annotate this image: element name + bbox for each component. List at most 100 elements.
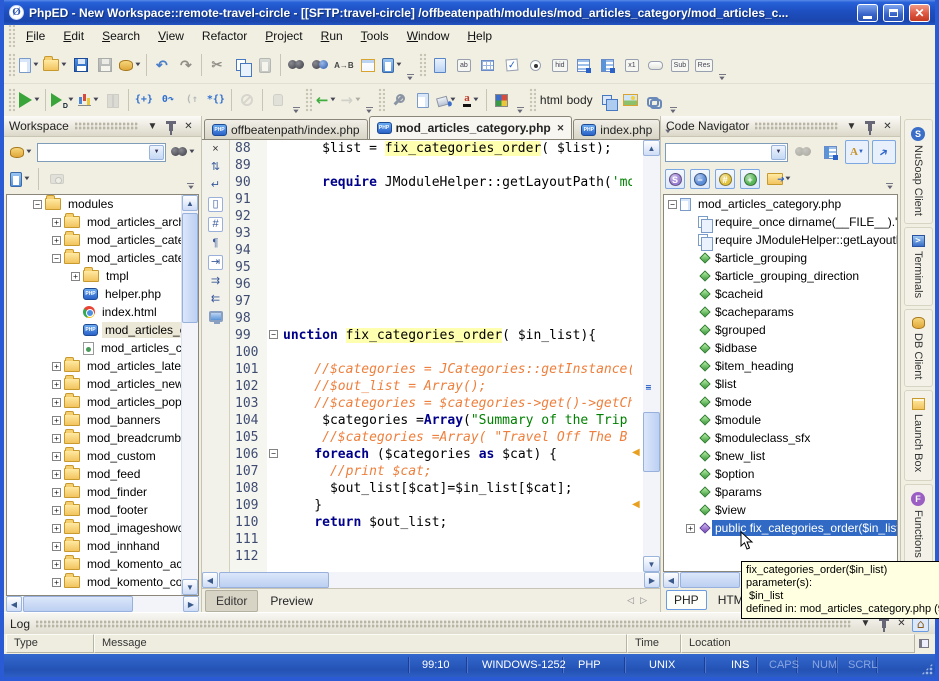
tree-item[interactable]: $grouped — [664, 321, 897, 339]
editor-tab[interactable]: PHPindex.php — [573, 119, 660, 139]
tree-item[interactable]: +mod_banners — [7, 411, 198, 429]
scroll-left-icon[interactable]: ◀ — [663, 572, 679, 588]
scroll-thumb[interactable] — [182, 213, 198, 323]
side-tab-terminals[interactable]: >Terminals — [904, 227, 933, 306]
code-line[interactable]: 102 //$out_list = Array(); — [230, 378, 632, 395]
insert-radio-button[interactable] — [524, 53, 548, 77]
tree-item[interactable]: $view — [664, 501, 897, 519]
restore-button[interactable] — [883, 4, 904, 22]
workspace-clipboard-button[interactable]: ▼ — [8, 167, 32, 191]
tree-item[interactable]: +mod_innhand — [7, 537, 198, 555]
step-over-button[interactable]: 0↷ — [156, 88, 180, 112]
open-file-button[interactable]: ▼ — [41, 53, 69, 77]
outdent-icon[interactable]: ⇇ — [208, 293, 223, 306]
scroll-right-icon[interactable]: ▶ — [644, 572, 660, 588]
code-line[interactable]: 106− foreach ($categories as $cat) { — [230, 446, 632, 463]
code-line[interactable]: 103 //$categories = $categories->get()->… — [230, 395, 632, 412]
side-tab-functions[interactable]: FFunctions — [904, 484, 933, 566]
expand-icon[interactable]: + — [52, 218, 61, 227]
tree-item[interactable]: $params — [664, 483, 897, 501]
tree-item[interactable]: mod_articles_c — [7, 339, 198, 357]
fold-collapse-icon[interactable]: − — [269, 330, 278, 339]
tree-item[interactable]: $module — [664, 411, 897, 429]
code-line[interactable]: 110 return $out_list; — [230, 514, 632, 531]
expand-icon[interactable]: + — [52, 380, 61, 389]
split-editor-icon[interactable]: ⇅ — [208, 161, 223, 174]
insert-layers-button[interactable] — [595, 88, 619, 112]
tree-item[interactable]: $mode — [664, 393, 897, 411]
workspace-menu-button[interactable]: ▼ — [145, 119, 160, 134]
navigator-export-button[interactable]: ▼ — [765, 167, 793, 191]
menu-tools[interactable]: Tools — [352, 26, 398, 46]
indent-icon[interactable]: ⇉ — [208, 275, 223, 288]
insert-body-button[interactable]: body — [565, 88, 595, 112]
navigator-pin-button[interactable] — [862, 119, 877, 134]
stop-button[interactable] — [235, 88, 259, 112]
palette-button[interactable] — [490, 88, 514, 112]
tree-item[interactable]: require_once dirname(__FILE__)."/h — [664, 213, 897, 231]
pilcrow-icon[interactable]: ¶ — [208, 237, 223, 250]
run-to-cursor-button[interactable]: *{} — [204, 88, 228, 112]
expand-icon[interactable]: + — [71, 272, 80, 281]
code-line[interactable]: 109 } — [230, 497, 632, 514]
scroll-left-icon[interactable]: ◀ — [6, 596, 22, 612]
menu-edit[interactable]: Edit — [54, 26, 93, 46]
toolbar-options-button[interactable]: ▼ — [366, 107, 373, 115]
toolbar-grip[interactable] — [419, 53, 426, 77]
new-file-button[interactable]: ▼ — [17, 53, 41, 77]
expand-icon[interactable]: + — [52, 506, 61, 515]
tree-item[interactable]: $new_list — [664, 447, 897, 465]
toolbar-grip[interactable] — [305, 88, 312, 112]
side-tab-nusoap-client[interactable]: SNuSoap Client — [904, 119, 933, 224]
code-line[interactable]: 100 — [230, 344, 632, 361]
title-bar[interactable]: Ø PhpED - New Workspace::remote-travel-c… — [4, 0, 935, 25]
tree-item[interactable]: +mod_custom — [7, 447, 198, 465]
word-wrap-icon[interactable]: ↵ — [208, 179, 223, 192]
toolbar-grip[interactable] — [8, 53, 15, 77]
embedded-view-button[interactable] — [356, 53, 380, 77]
navigator-listview-button[interactable] — [818, 140, 842, 164]
tree-item[interactable]: +mod_articles_pop — [7, 393, 198, 411]
code-line[interactable]: 98 — [230, 310, 632, 327]
settings-button[interactable] — [387, 88, 411, 112]
menu-help[interactable]: Help — [458, 26, 501, 46]
private-filter-button[interactable]: − — [690, 169, 710, 189]
tree-item[interactable]: require JModuleHelper::getLayoutPa — [664, 231, 897, 249]
tree-item[interactable]: $moduleclass_sfx — [664, 429, 897, 447]
run-debugger-button[interactable]: D▼ — [49, 88, 76, 112]
replace-button[interactable]: A→B — [332, 53, 356, 77]
navigator-search-combobox[interactable]: ▼ — [665, 143, 788, 162]
tree-item[interactable]: +mod_feed — [7, 465, 198, 483]
tree-item[interactable]: $article_grouping — [664, 249, 897, 267]
expand-icon[interactable]: + — [52, 470, 61, 479]
tree-item[interactable]: $list — [664, 375, 897, 393]
navigate-back-button[interactable]: ←▼ — [314, 88, 339, 112]
scroll-down-icon[interactable]: ▼ — [643, 556, 660, 572]
expand-icon[interactable]: + — [52, 416, 61, 425]
mode-tab-preview[interactable]: Preview — [260, 591, 323, 611]
tree-item[interactable]: +mod_finder — [7, 483, 198, 501]
code-line[interactable]: 92 — [230, 208, 632, 225]
workspace-vscrollbar[interactable]: ▲▼ — [181, 195, 198, 595]
menu-file[interactable]: File — [17, 26, 54, 46]
editor-tab[interactable]: PHPmod_articles_category.php✕ — [369, 116, 573, 139]
tree-item[interactable]: +public fix_categories_order($in_list) — [664, 519, 897, 537]
tree-item[interactable]: +mod_articles_new — [7, 375, 198, 393]
save-button[interactable] — [69, 53, 93, 77]
scroll-thumb[interactable] — [680, 572, 740, 588]
insert-combobox-button[interactable] — [596, 53, 620, 77]
margin-icon[interactable]: ▯ — [208, 197, 223, 212]
menu-view[interactable]: View — [149, 26, 193, 46]
workspace-pin-button[interactable] — [163, 119, 178, 134]
toolbar-options-button[interactable]: ▼ — [407, 74, 414, 82]
expand-icon[interactable]: + — [52, 398, 61, 407]
scroll-thumb[interactable] — [219, 572, 329, 588]
browser-preview-icon[interactable] — [208, 311, 223, 326]
tab-close-icon[interactable]: ✕ — [557, 123, 565, 134]
clipboard-button[interactable]: ▼ — [380, 53, 404, 77]
save-all-button[interactable] — [93, 53, 117, 77]
toolbar-options-button[interactable]: ▼ — [719, 74, 726, 82]
code-line[interactable]: 105 //$categories =Array( "Travel Off Th… — [230, 429, 632, 446]
tree-item[interactable]: $cacheparams — [664, 303, 897, 321]
tree-item[interactable]: −modules — [7, 195, 198, 213]
